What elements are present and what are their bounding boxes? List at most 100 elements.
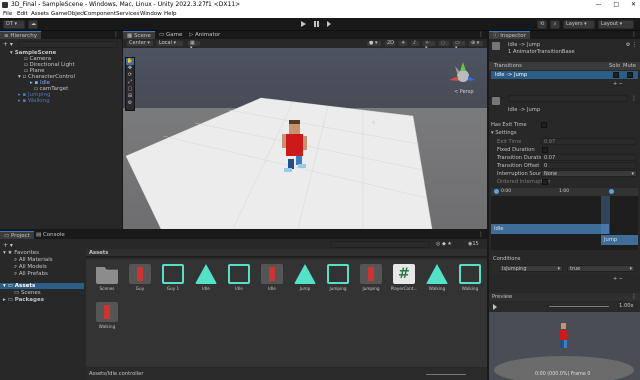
preview-speed-slider[interactable]: [549, 306, 609, 307]
project-search-input[interactable]: [330, 241, 430, 248]
solo-checkbox[interactable]: [613, 72, 619, 78]
maximize-button[interactable]: □: [613, 1, 619, 8]
asset-item[interactable]: Idle: [258, 264, 286, 291]
menu-dots-icon[interactable]: ⋮: [631, 95, 637, 102]
hierarchy-search-input[interactable]: [18, 41, 118, 48]
tab-inspector[interactable]: ⓘ Inspector: [489, 31, 530, 39]
menu-window[interactable]: Window: [140, 11, 162, 17]
asset-item[interactable]: Scenes: [93, 264, 121, 291]
asset-item[interactable]: Jumping: [324, 264, 352, 291]
menu-dots-icon[interactable]: ⋮: [478, 31, 484, 38]
search-icon[interactable]: ⌕: [550, 20, 560, 29]
transform-tool-icon[interactable]: ⊞: [126, 93, 134, 100]
tab-game[interactable]: ▭ Game: [155, 31, 186, 39]
hidden-objects-button[interactable]: ◌: [438, 40, 450, 47]
menu-dots-icon[interactable]: ⋮: [478, 231, 484, 238]
hierarchy-item-walking[interactable]: ▸ ▪ Walking: [18, 98, 50, 104]
asset-item[interactable]: Guy: [126, 264, 154, 291]
layers-dropdown[interactable]: Layers ▾: [563, 20, 595, 29]
tab-animator[interactable]: ▷ Animator: [185, 31, 224, 39]
packages-folder[interactable]: ▸ ▭ Packages: [3, 297, 44, 303]
transition-name-input[interactable]: [508, 95, 628, 102]
exit-time-field[interactable]: 0.97: [541, 138, 637, 145]
projection-label[interactable]: < Persp: [454, 89, 474, 95]
rotate-tool-icon[interactable]: ⟳: [126, 72, 134, 79]
hierarchy-add-button[interactable]: + ▾: [3, 41, 13, 48]
asset-item[interactable]: Guy 1: [159, 264, 187, 291]
rect-tool-icon[interactable]: ▢: [126, 86, 134, 93]
hand-tool-icon[interactable]: ✋: [126, 58, 134, 65]
custom-tool-icon[interactable]: ⚙: [126, 100, 134, 107]
tab-scene[interactable]: ▦ Scene: [123, 31, 155, 39]
audio-toggle[interactable]: ♪: [410, 40, 420, 47]
minimize-button[interactable]: —: [595, 1, 601, 8]
menu-file[interactable]: File: [3, 11, 12, 17]
step-button[interactable]: [326, 21, 331, 27]
menu-component[interactable]: Component: [84, 11, 116, 17]
menu-gameobject[interactable]: GameObject: [51, 11, 85, 17]
breadcrumb[interactable]: Assets: [89, 250, 108, 256]
menu-dots-icon[interactable]: ⋮: [113, 31, 119, 38]
timeline-start-marker[interactable]: [494, 189, 499, 194]
transition-offset-field[interactable]: 0: [541, 162, 637, 169]
pivot-dropdown[interactable]: Center ▾: [126, 40, 154, 47]
timeline-end-marker[interactable]: [609, 189, 614, 194]
draw-mode-button[interactable]: ● ▾: [366, 40, 382, 47]
space-dropdown[interactable]: Local ▾: [156, 40, 184, 47]
menu-services[interactable]: Services: [116, 11, 139, 17]
settings-foldout[interactable]: ▾ Settings: [491, 130, 517, 136]
close-button[interactable]: ✕: [631, 1, 636, 8]
asset-item[interactable]: Jump: [291, 264, 319, 291]
asset-item[interactable]: Walking: [423, 264, 451, 291]
cloud-button[interactable]: ☁: [28, 20, 38, 29]
favorite-all-models[interactable]: ⌕ All Models: [14, 264, 47, 270]
gizmos-button[interactable]: ⊕ ▾: [468, 40, 484, 47]
camera-settings-button[interactable]: ▭ ▾: [452, 40, 466, 51]
menu-dots-icon[interactable]: ⋮: [631, 31, 637, 38]
history-icon[interactable]: ⟲: [537, 20, 547, 29]
asset-item[interactable]: Walking: [456, 264, 484, 291]
account-button[interactable]: DT ▾: [3, 20, 25, 29]
scale-tool-icon[interactable]: ⤢: [126, 79, 134, 86]
favorite-all-materials[interactable]: ⌕ All Materials: [14, 257, 53, 263]
layout-dropdown[interactable]: Layout ▾: [598, 20, 634, 29]
transition-list-item[interactable]: Idle -> Jump: [491, 71, 638, 79]
favorites-header[interactable]: ▾ ★ Favorites: [3, 250, 39, 256]
move-tool-icon[interactable]: ✥: [126, 65, 134, 72]
asset-item[interactable]: # PlayerCont...: [390, 264, 418, 291]
timeline-bar-idle[interactable]: Idle: [491, 224, 609, 234]
scene-viewport[interactable]: [123, 48, 487, 229]
preview-viewport[interactable]: [489, 312, 640, 380]
menu-edit[interactable]: Edit: [17, 11, 28, 17]
fixed-duration-checkbox[interactable]: [542, 147, 548, 153]
asset-item[interactable]: Jumping: [357, 264, 385, 291]
condition-row[interactable]: IsJumping ▾ true ▾: [491, 264, 638, 274]
thumbnail-size-slider[interactable]: [426, 374, 466, 375]
interruption-source-dropdown[interactable]: None ▾: [541, 170, 637, 177]
play-button[interactable]: [301, 21, 306, 27]
ordered-interruption-checkbox[interactable]: [542, 179, 548, 185]
grid-snap-button[interactable]: ▦ ▾: [187, 40, 201, 51]
tab-hierarchy[interactable]: ≡ Hierarchy: [0, 31, 41, 39]
filter-icons[interactable]: ◎ ◆ ★: [436, 241, 452, 247]
pause-button[interactable]: [313, 21, 319, 27]
menu-assets[interactable]: Assets: [31, 11, 49, 17]
menu-dots-icon[interactable]: ⋮: [631, 293, 637, 300]
project-add-button[interactable]: + ▾: [3, 242, 13, 249]
asset-item[interactable]: Idle: [192, 264, 220, 291]
effects-dropdown[interactable]: ✧ ▾: [422, 40, 436, 51]
transition-timeline[interactable]: 0:00 1:00 Idle Jump: [491, 188, 638, 250]
settings-icons[interactable]: ⚙ ⋮: [626, 42, 637, 48]
tab-console[interactable]: ▤ Console: [32, 231, 69, 239]
menu-help[interactable]: Help: [164, 11, 177, 17]
scenes-folder[interactable]: ▭ Scenes: [14, 290, 41, 296]
assets-folder[interactable]: ▾ ▭ Assets: [0, 283, 84, 289]
tab-project[interactable]: ▭ Project: [0, 231, 34, 239]
asset-item[interactable]: Idle: [225, 264, 253, 291]
condition-parameter-dropdown[interactable]: IsJumping ▾: [499, 265, 563, 272]
mute-checkbox[interactable]: [627, 72, 633, 78]
condition-value-dropdown[interactable]: true ▾: [567, 265, 635, 272]
2d-toggle[interactable]: 2D: [384, 40, 396, 47]
has-exit-time-checkbox[interactable]: [541, 122, 547, 128]
timeline-bar-jump[interactable]: Jump: [601, 235, 638, 245]
